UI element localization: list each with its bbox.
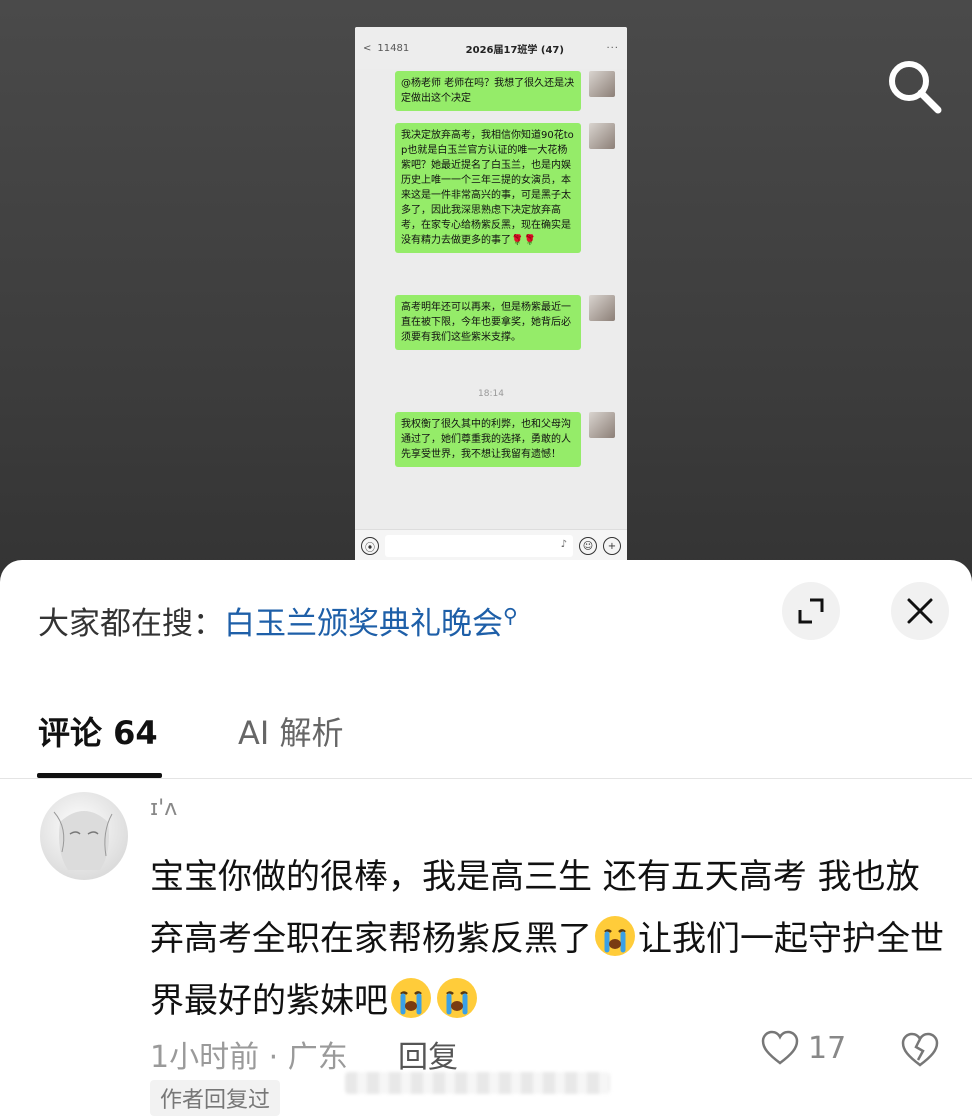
author-replied-badge: 作者回复过 [150, 1080, 281, 1116]
tab-comments-label: 评论 [38, 714, 103, 752]
sender-avatar [589, 71, 615, 97]
plus-icon: + [603, 537, 621, 555]
message-bubble: 我权衡了很久其中的利弊，也和父母沟通过了，她们尊重我的选择，勇敢的人先享受世界，… [395, 412, 581, 467]
expand-button[interactable] [782, 582, 840, 640]
tab-comments[interactable]: 评论 64 [38, 708, 158, 754]
small-search-icon: ⚲ [503, 603, 518, 628]
sender-avatar [589, 295, 615, 321]
comment-text: 宝宝你做的很棒，我是高三生 还有五天高考 我也放弃高考全职在家帮杨紫反黑了 让我们… [150, 846, 950, 1032]
crying-face-icon [593, 914, 637, 958]
search-suggestion-keyword[interactable]: 白玉兰颁奖典礼晚会 [224, 606, 503, 642]
sender-avatar [589, 412, 615, 438]
close-button[interactable] [891, 582, 949, 640]
search-suggestion[interactable]: 大家都在搜：白玉兰颁奖典礼晚会⚲ [38, 598, 518, 643]
chat-timestamp: 18:14 [478, 389, 504, 399]
message-bubble: @杨老师 老师在吗？我想了很久还是决定做出这个决定 [395, 71, 581, 111]
blurred-region [345, 1072, 610, 1094]
comment-time-location: 1小时前 · 广东 [150, 1040, 348, 1075]
search-suggestion-prefix: 大家都在搜： [38, 606, 224, 642]
chat-message: 我权衡了很久其中的利弊，也和父母沟通过了，她们尊重我的选择，勇敢的人先享受世界，… [395, 412, 615, 467]
emoji-icon: ☺ [579, 537, 597, 555]
crying-face-icon [435, 976, 479, 1020]
like-button[interactable]: 17 [760, 1030, 846, 1066]
message-bubble: 我决定放弃高考，我相信你知道90花top也就是白玉兰官方认证的唯一大花杨紫吧？她… [395, 123, 581, 253]
chat-screenshot-image: < 11481 2026届17班学 (47) ··· @杨老师 老师在吗？我想了… [355, 27, 627, 562]
tab-divider [0, 778, 972, 779]
chat-input-field: ♪ [385, 535, 573, 557]
comment-username[interactable]: ɪ'ʌ [150, 796, 177, 821]
chat-message: 我决定放弃高考，我相信你知道90花top也就是白玉兰官方认证的唯一大花杨紫吧？她… [395, 123, 615, 253]
close-icon [907, 598, 933, 624]
back-label: < [363, 42, 372, 54]
reply-button[interactable]: 回复 [398, 1032, 458, 1076]
tab-ai-analysis[interactable]: AI 解析 [238, 708, 344, 754]
message-bubble: 高考明年还可以再来，但是杨紫最近一直在被下限，今年也要拿奖，她背后必须要有我们这… [395, 295, 581, 350]
chat-message: @杨老师 老师在吗？我想了很久还是决定做出这个决定 [395, 71, 615, 111]
broken-heart-icon [901, 1032, 939, 1067]
avatar[interactable] [40, 792, 128, 880]
unread-count: 11481 [377, 42, 410, 54]
group-title: 2026届17班学 (47) [465, 44, 564, 56]
search-icon[interactable] [884, 56, 944, 116]
mic-icon: ♪ [560, 539, 567, 550]
heart-icon [761, 1030, 799, 1065]
crying-face-icon [389, 976, 433, 1020]
chat-header: < 11481 2026届17班学 (47) ··· [355, 27, 627, 69]
chat-input-bar: ⦿ ♪ ☺ + [355, 529, 627, 562]
chat-message: 高考明年还可以再来，但是杨紫最近一直在被下限，今年也要拿奖，她背后必须要有我们这… [395, 295, 615, 350]
expand-icon [798, 598, 824, 624]
like-count: 17 [808, 1030, 847, 1066]
dislike-button[interactable] [900, 1032, 940, 1072]
sender-avatar [589, 123, 615, 149]
tab-comments-count: 64 [113, 714, 158, 752]
voice-icon: ⦿ [361, 537, 379, 555]
more-icon: ··· [606, 42, 619, 54]
